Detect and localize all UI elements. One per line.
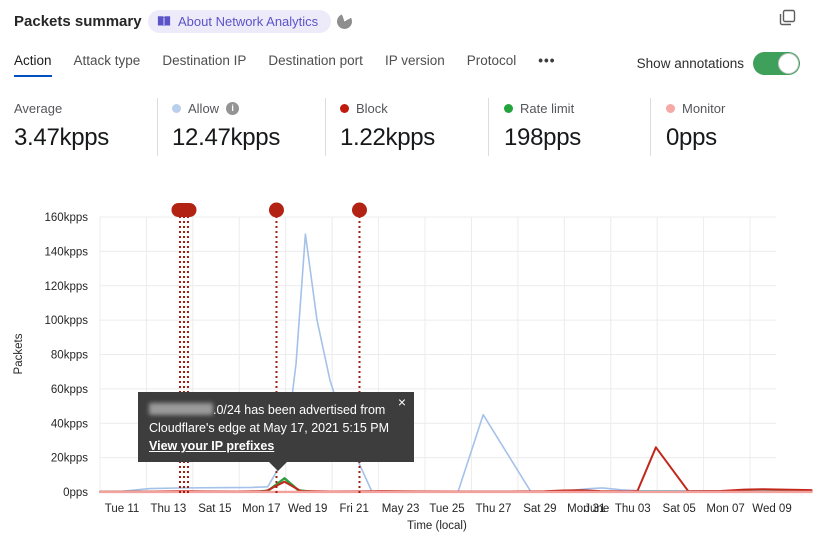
packets-chart: 0pps 20kpps 40kpps 60kpps 80kpps 100kpps 120kp… [13, 202, 813, 532]
usage-pie-icon[interactable] [337, 14, 352, 29]
x-tick-label: May 23 [382, 503, 420, 515]
y-tick-label: 100kpps [45, 315, 89, 327]
divider [157, 98, 158, 156]
about-network-analytics-badge[interactable]: About Network Analytics [148, 10, 332, 33]
block-legend-dot [340, 103, 349, 113]
stat-allow: Allow i 12.47kpps [172, 100, 280, 152]
redacted-prefix [149, 403, 213, 415]
tab-bar: Action Attack type Destination IP Destin… [14, 53, 555, 77]
annotations-toggle[interactable] [753, 52, 800, 75]
tabs-more-button[interactable]: ••• [538, 53, 555, 75]
monitor-legend-dot [666, 103, 675, 113]
x-tick-label: Wed 19 [288, 503, 327, 515]
stat-label: Monitor [682, 100, 726, 116]
allow-legend-dot [172, 103, 181, 113]
x-tick-label: Sat 29 [523, 503, 556, 515]
y-tick-label: 0pps [63, 487, 88, 499]
annotation-marker[interactable] [268, 202, 284, 218]
tooltip-close-button[interactable]: × [398, 394, 406, 410]
y-tick-label: 20kpps [51, 453, 88, 465]
info-icon[interactable]: i [226, 101, 240, 115]
stat-block: Block 1.22kpps [340, 100, 435, 152]
x-tick-label: Thu 27 [476, 503, 512, 515]
stat-average: Average 3.47kpps [14, 100, 109, 152]
tab-attack-type[interactable]: Attack type [74, 53, 141, 75]
stats-row: Average 3.47kpps Allow i 12.47kpps Block… [0, 98, 816, 160]
stat-label: Block [356, 100, 388, 116]
x-tick-label: Thu 13 [151, 503, 187, 515]
ip-prefixes-link[interactable]: View your IP prefixes [149, 439, 274, 453]
tab-ip-version[interactable]: IP version [385, 53, 445, 75]
x-tick-label: Tue 11 [105, 503, 140, 515]
stat-label: Allow [188, 100, 220, 116]
divider [488, 98, 489, 156]
page-title: Packets summary [14, 13, 142, 30]
chart-area: 0pps 20kpps 40kpps 60kpps 80kpps 100kpps 120kp… [0, 190, 816, 545]
x-tick-label: Mon 07 [706, 503, 744, 515]
tab-action[interactable]: Action [14, 53, 52, 77]
tab-destination-ip[interactable]: Destination IP [162, 53, 246, 75]
stat-value: 1.22kpps [340, 124, 436, 151]
stat-value: 12.47kpps [172, 124, 281, 151]
y-tick-label: 140kpps [45, 246, 89, 258]
tooltip-line1: .0/24 has been advertised from [149, 401, 402, 419]
network-analytics-panel: Packets summary About Network Analytics … [0, 0, 816, 545]
annotation-marker[interactable] [351, 202, 367, 218]
annotation-marker[interactable] [171, 203, 197, 217]
x-tick-label: Wed 09 [752, 503, 791, 515]
rate-limit-legend-dot [504, 103, 513, 113]
y-tick-label: 40kpps [51, 418, 88, 430]
x-tick-label: Fri 21 [339, 503, 368, 515]
tab-protocol[interactable]: Protocol [467, 53, 517, 75]
month-label: June [584, 503, 609, 515]
stat-label: Rate limit [520, 100, 575, 116]
book-icon [157, 16, 171, 27]
annotation-tooltip: × .0/24 has been advertised from Cloudfl… [138, 392, 414, 471]
divider [650, 98, 651, 156]
x-tick-label: Thu 03 [615, 503, 651, 515]
divider [325, 98, 326, 156]
x-axis-title: Time (local) [407, 520, 467, 532]
x-tick-label: Tue 25 [429, 503, 464, 515]
tooltip-line2: Cloudflare's edge at May 17, 2021 5:15 P… [149, 421, 390, 435]
stat-label: Average [14, 100, 63, 116]
y-tick-label: 120kpps [45, 281, 89, 293]
stat-value: 3.47kpps [14, 124, 110, 151]
show-annotations-label: Show annotations [636, 56, 744, 71]
x-tick-label: Sat 05 [663, 503, 696, 515]
stat-value: 198pps [504, 124, 581, 151]
duplicate-icon[interactable] [778, 9, 796, 27]
series-line-rate-limit [98, 477, 813, 493]
x-tick-label: Mon 17 [242, 503, 280, 515]
y-tick-label: 160kpps [45, 212, 89, 224]
stat-monitor: Monitor 0pps [666, 100, 725, 152]
about-badge-label: About Network Analytics [178, 14, 319, 29]
toggle-knob [778, 53, 799, 74]
y-tick-label: 60kpps [51, 384, 88, 396]
stat-rate-limit: Rate limit 198pps [504, 100, 581, 152]
stat-value: 0pps [666, 124, 717, 151]
tooltip-caret [268, 461, 288, 471]
y-tick-label: 80kpps [51, 350, 88, 362]
x-tick-label: Sat 15 [198, 503, 231, 515]
tab-destination-port[interactable]: Destination port [268, 53, 363, 75]
y-axis-title: Packets [13, 333, 25, 374]
